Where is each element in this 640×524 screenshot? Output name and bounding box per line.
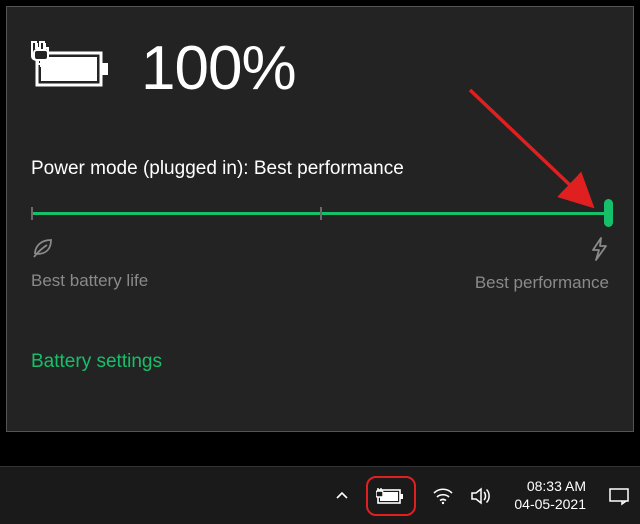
slider-handle[interactable] (604, 199, 613, 227)
slider-left-end: Best battery life (31, 236, 148, 293)
slider-tick (320, 207, 322, 220)
taskbar-date: 04-05-2021 (514, 496, 586, 514)
tray-chevron-icon[interactable] (334, 476, 350, 516)
taskbar-clock[interactable]: 08:33 AM 04-05-2021 (508, 478, 592, 513)
wifi-icon[interactable] (432, 476, 454, 516)
battery-header: 100% (31, 33, 609, 104)
battery-settings-link[interactable]: Battery settings (31, 351, 609, 373)
power-mode-slider[interactable] (31, 202, 609, 224)
action-center-icon[interactable] (608, 476, 630, 516)
slider-right-end: Best performance (475, 236, 609, 293)
slider-tick (31, 207, 33, 220)
power-mode-label: Power mode (plugged in): Best performanc… (31, 158, 609, 180)
volume-icon[interactable] (470, 476, 492, 516)
slider-labels: Best battery life Best performance (31, 236, 609, 293)
leaf-icon (31, 236, 148, 265)
best-battery-label: Best battery life (31, 271, 148, 291)
taskbar: 08:33 AM 04-05-2021 (0, 466, 640, 524)
battery-plugged-icon (31, 41, 113, 96)
battery-flyout: 100% Power mode (plugged in): Best perfo… (6, 6, 634, 432)
battery-tray-icon[interactable] (366, 476, 416, 516)
best-performance-label: Best performance (475, 273, 609, 293)
battery-percent: 100% (141, 33, 296, 104)
lightning-icon (589, 236, 609, 267)
taskbar-time: 08:33 AM (514, 478, 586, 496)
